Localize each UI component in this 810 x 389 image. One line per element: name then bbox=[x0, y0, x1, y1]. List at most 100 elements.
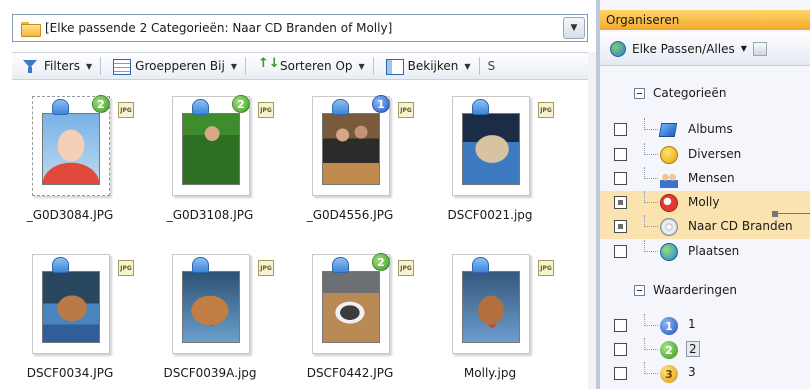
jpg-icon: JPG bbox=[258, 260, 274, 276]
chevron-down-icon: ▼ bbox=[85, 61, 93, 71]
filters-button[interactable]: Filters ▼ bbox=[12, 53, 98, 79]
ratings-section-header[interactable]: Waarderingen bbox=[634, 283, 737, 297]
molly-icon bbox=[660, 194, 678, 212]
thumbnail[interactable]: JPG Molly.jpg bbox=[422, 244, 558, 389]
tree-connector bbox=[644, 215, 658, 227]
thumbnail[interactable]: JPG DSCF0039A.jpg bbox=[142, 244, 278, 389]
thumbnail-caption: _G0D3108.JPG bbox=[166, 208, 254, 222]
photo-image bbox=[322, 113, 380, 185]
thumbnail-caption: _G0D3084.JPG bbox=[26, 208, 114, 222]
thumbnail[interactable]: JPG DSCF0034.JPG bbox=[2, 244, 138, 389]
rating-checkbox[interactable] bbox=[614, 367, 627, 380]
category-row[interactable]: Diversen bbox=[600, 143, 810, 167]
organize-title: Organiseren bbox=[600, 10, 810, 30]
tree-connector bbox=[644, 338, 658, 350]
toolbar-divider bbox=[100, 57, 102, 75]
category-row[interactable]: Plaatsen bbox=[600, 240, 810, 264]
thumbnail-frame[interactable] bbox=[452, 96, 530, 196]
chevron-down-icon: ▼ bbox=[740, 44, 747, 53]
truncated-toolbar-button[interactable]: S bbox=[482, 53, 502, 79]
collapse-icon[interactable] bbox=[634, 87, 645, 99]
diversen-icon bbox=[660, 146, 678, 164]
ratings-header-label: Waarderingen bbox=[653, 283, 738, 297]
tag-icon bbox=[192, 99, 209, 115]
sort-by-label: Sorteren Op bbox=[279, 59, 353, 73]
rating-badge: 2 bbox=[372, 253, 390, 271]
rating-row[interactable]: 2 2 bbox=[600, 338, 810, 362]
filter-path-bar[interactable]: [Elke passende 2 Categorieën: Naar CD Br… bbox=[12, 14, 588, 42]
photo-image bbox=[182, 271, 240, 343]
tag-icon bbox=[472, 257, 489, 273]
filter-icon bbox=[22, 58, 38, 74]
filters-label: Filters bbox=[44, 59, 80, 73]
thumbnail[interactable]: 2 JPG DSCF0442.JPG bbox=[282, 244, 418, 389]
category-label: Diversen bbox=[688, 147, 742, 161]
chevron-down-icon: ▼ bbox=[230, 61, 237, 71]
match-mode-label: Elke Passen/Alles bbox=[632, 41, 735, 56]
thumbnail-caption: DSCF0039A.jpg bbox=[163, 366, 257, 380]
photo-image bbox=[42, 271, 100, 343]
category-row[interactable]: Mensen bbox=[600, 167, 810, 191]
chevron-down-icon: ▼ bbox=[464, 61, 471, 71]
rating-2-icon: 2 bbox=[660, 341, 678, 359]
tree-connector bbox=[644, 118, 658, 130]
rating-checkbox[interactable] bbox=[614, 319, 627, 332]
view-button[interactable]: Bekijken ▼ bbox=[376, 53, 477, 79]
category-label: Mensen bbox=[688, 171, 735, 185]
category-checkbox[interactable] bbox=[614, 123, 627, 136]
thumbnail[interactable]: 1 JPG _G0D4556.JPG bbox=[282, 86, 418, 246]
rating-checkbox[interactable] bbox=[614, 343, 627, 356]
tree-connector bbox=[644, 143, 658, 155]
thumbnail-caption: Molly.jpg bbox=[463, 366, 517, 380]
match-mode-dropdown[interactable]: Elke Passen/Alles ▼ bbox=[600, 32, 810, 66]
cd-icon bbox=[660, 218, 678, 236]
thumbnail[interactable]: 2 JPG _G0D3108.JPG bbox=[142, 86, 278, 246]
tree-connector bbox=[644, 167, 658, 179]
jpg-icon: JPG bbox=[538, 102, 554, 118]
toolbar-divider bbox=[372, 57, 374, 75]
rating-label: 2 bbox=[686, 341, 700, 357]
albums-icon bbox=[658, 123, 678, 137]
jpg-icon: JPG bbox=[398, 260, 414, 276]
category-checkbox[interactable] bbox=[614, 245, 627, 258]
sort-by-button[interactable]: Sorteren Op ▼ bbox=[248, 53, 371, 79]
rating-row[interactable]: 3 3 bbox=[600, 362, 810, 386]
jpg-icon: JPG bbox=[118, 260, 134, 276]
rating-row[interactable]: 1 1 bbox=[600, 314, 810, 338]
category-checkbox[interactable] bbox=[614, 148, 627, 161]
thumbnail[interactable]: 2 JPG _G0D3084.JPG bbox=[2, 86, 138, 246]
chevron-down-icon: ▼ bbox=[358, 61, 365, 71]
category-row[interactable]: Molly bbox=[600, 191, 810, 215]
rating-1-icon: 1 bbox=[660, 317, 678, 335]
thumbnail-caption: DSCF0021.jpg bbox=[447, 208, 533, 222]
browser-toolbar: Filters ▼ Groepperen Bij ▼ Sorteren Op ▼… bbox=[12, 52, 596, 80]
thumbnail[interactable]: JPG DSCF0021.jpg bbox=[422, 86, 558, 246]
category-checkbox[interactable] bbox=[614, 196, 627, 209]
tag-icon bbox=[52, 99, 69, 115]
toolbar-square-icon[interactable] bbox=[752, 41, 767, 56]
category-label: Naar CD Branden bbox=[688, 219, 793, 233]
thumbnail-scrollbar[interactable] bbox=[588, 52, 596, 389]
truncated-toolbar-label: S bbox=[487, 59, 496, 73]
mensen-icon bbox=[660, 170, 678, 188]
category-row[interactable]: Albums bbox=[600, 118, 810, 142]
categories-section-header[interactable]: Categorieën bbox=[634, 86, 726, 100]
rating-badge: 1 bbox=[372, 95, 390, 113]
folder-icon bbox=[21, 21, 41, 37]
collapse-icon[interactable] bbox=[634, 284, 645, 296]
thumbnail-frame[interactable] bbox=[172, 254, 250, 354]
group-by-button[interactable]: Groepperen Bij ▼ bbox=[103, 53, 243, 79]
group-by-label: Groepperen Bij bbox=[135, 59, 225, 73]
thumbnail-frame[interactable] bbox=[32, 254, 110, 354]
thumbnail-frame[interactable] bbox=[452, 254, 530, 354]
photo-image bbox=[462, 271, 520, 343]
photo-image bbox=[182, 113, 240, 185]
photo-browser-pane: [Elke passende 2 Categorieën: Naar CD Br… bbox=[0, 0, 596, 389]
category-checkbox[interactable] bbox=[614, 172, 627, 185]
tree-connector bbox=[644, 314, 658, 326]
rating-3-icon: 3 bbox=[660, 365, 678, 383]
category-row[interactable]: Naar CD Branden bbox=[600, 215, 810, 239]
path-dropdown-button[interactable]: ▼ bbox=[563, 17, 585, 39]
category-checkbox[interactable] bbox=[614, 220, 627, 233]
sort-icon bbox=[258, 56, 280, 74]
